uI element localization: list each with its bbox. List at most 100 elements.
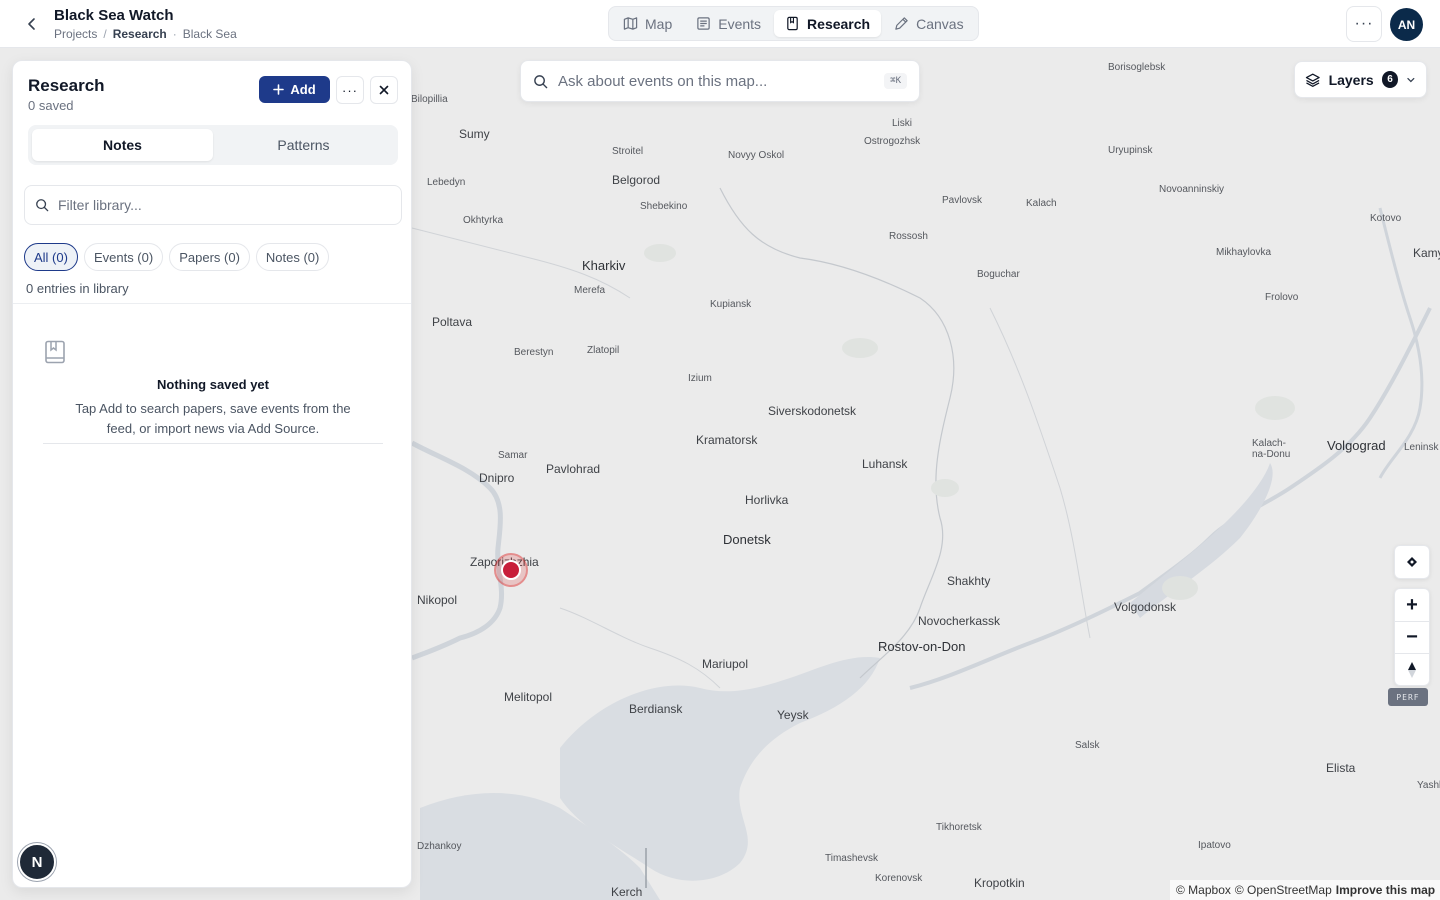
top-bar: Black Sea Watch Projects / Research · Bl…: [0, 0, 1440, 48]
tab-events-label: Events: [718, 15, 762, 32]
locate-icon: [1407, 557, 1417, 567]
bookmark-icon: [44, 340, 66, 369]
locate-control: [1394, 545, 1430, 579]
place-label: Novyy Oskol: [728, 150, 785, 161]
attribution-osm[interactable]: © OpenStreetMap: [1235, 883, 1332, 897]
place-label: Boguchar: [977, 269, 1020, 280]
panel-close-button[interactable]: [370, 76, 398, 104]
chevron-left-icon: [28, 18, 35, 30]
empty-state-text: Tap Add to search papers, save events fr…: [75, 401, 351, 436]
map-search-bar: ⌘K: [520, 60, 920, 102]
place-label: Kamy: [1413, 246, 1440, 260]
tab-events[interactable]: Events: [685, 10, 772, 37]
place-label: Lebedyn: [427, 177, 466, 188]
place-label: Kalach: [1026, 198, 1057, 209]
tab-research[interactable]: Research: [774, 10, 882, 37]
place-label: Frolovo: [1265, 292, 1299, 303]
place-label: Samar: [498, 450, 528, 461]
perf-badge[interactable]: PERF: [1388, 688, 1428, 706]
book-icon: [787, 16, 798, 31]
place-label: Salsk: [1075, 740, 1100, 751]
search-icon: [36, 199, 49, 212]
improve-map-link[interactable]: Improve this map: [1336, 883, 1435, 897]
place-label: Timashevsk: [825, 853, 878, 864]
place-label: Mariupol: [702, 657, 749, 671]
add-button-label: Add: [290, 82, 316, 97]
divider: [43, 443, 383, 444]
close-icon: [379, 85, 389, 95]
segment-notes[interactable]: Notes: [32, 129, 213, 161]
compass-button[interactable]: [1395, 653, 1429, 685]
compass-icon: [1408, 661, 1416, 678]
place-label: Ostrogozhsk: [864, 136, 921, 147]
pen-icon: [895, 17, 908, 30]
breadcrumb-projects[interactable]: Projects: [54, 27, 97, 42]
breadcrumb-research[interactable]: Research: [113, 27, 167, 42]
floating-n-button[interactable]: N: [18, 843, 56, 881]
place-label: Liski: [892, 118, 913, 129]
panel-more-button[interactable]: ···: [336, 76, 364, 104]
place-label: Kupiansk: [710, 299, 752, 310]
event-marker[interactable]: [494, 553, 528, 587]
panel-segmented-control: Notes Patterns: [28, 125, 398, 165]
back-button[interactable]: [20, 12, 44, 36]
chip-events[interactable]: Events (0): [83, 243, 164, 271]
place-label: Kotovo: [1370, 213, 1402, 224]
place-label: Uryupinsk: [1108, 145, 1153, 156]
map-icon: [623, 17, 638, 30]
locate-button[interactable]: [1395, 546, 1429, 578]
place-label: Pavlohrad: [546, 462, 601, 476]
place-label: Izium: [688, 373, 712, 384]
place-label: Belgorod: [612, 173, 661, 187]
segment-patterns[interactable]: Patterns: [213, 129, 394, 161]
place-label: Volgodonsk: [1114, 600, 1177, 614]
library-entry-count: 0 entries in library: [26, 281, 129, 296]
place-label: Bilopillia: [411, 94, 448, 105]
place-label: Tikhoretsk: [936, 822, 982, 833]
filter-library-input[interactable]: [58, 197, 391, 213]
place-label: Volgograd: [1327, 438, 1386, 453]
add-button[interactable]: Add: [259, 76, 330, 103]
place-label: Melitopol: [504, 690, 553, 704]
place-label: Luhansk: [862, 457, 908, 471]
chip-notes[interactable]: Notes (0): [255, 243, 330, 271]
place-label: Pavlovsk: [942, 195, 983, 206]
place-label: Rossosh: [889, 231, 928, 242]
place-label: Kramatorsk: [696, 433, 758, 447]
place-label: Kharkiv: [582, 258, 626, 273]
place-label: Leninsk: [1404, 442, 1439, 453]
place-label: Berdiansk: [629, 702, 683, 716]
tab-canvas-label: Canvas: [916, 15, 964, 32]
place-label: Dnipro: [479, 471, 515, 485]
more-options-button[interactable]: ···: [1346, 6, 1382, 42]
map-search-input[interactable]: [558, 72, 875, 90]
attribution-mapbox[interactable]: © Mapbox: [1176, 883, 1231, 897]
breadcrumb-black-sea: Black Sea: [182, 27, 237, 41]
chip-all[interactable]: All (0): [24, 243, 78, 271]
ellipsis-icon: ···: [1354, 15, 1374, 32]
tab-map-label: Map: [645, 15, 673, 32]
tab-map[interactable]: Map: [612, 10, 683, 37]
search-icon: [534, 74, 548, 88]
breadcrumb-separator: /: [103, 27, 107, 41]
zoom-out-button[interactable]: −: [1395, 621, 1429, 653]
divider: [13, 303, 411, 304]
place-label: Kerch: [611, 885, 643, 899]
tab-canvas[interactable]: Canvas: [883, 10, 974, 37]
place-label: Okhtyrka: [463, 215, 504, 226]
place-label: Siverskodonetsk: [768, 404, 857, 418]
place-label: Ipatovo: [1198, 840, 1231, 851]
saved-count: 0 saved: [28, 98, 74, 113]
chevron-down-icon: [1407, 77, 1415, 82]
avatar[interactable]: AN: [1390, 8, 1423, 41]
map-attribution: © Mapbox © OpenStreetMap Improve this ma…: [1170, 880, 1440, 900]
ellipsis-icon: ···: [342, 82, 358, 98]
layers-button[interactable]: Layers 6: [1294, 61, 1427, 98]
chip-papers[interactable]: Papers (0): [169, 243, 250, 271]
project-title: Black Sea Watch: [54, 7, 174, 24]
place-label: Novocherkassk: [918, 614, 1001, 628]
place-label: Borisoglebsk: [1108, 62, 1166, 73]
zoom-in-button[interactable]: +: [1395, 589, 1429, 621]
view-tabs: Map Events Research Canvas: [608, 6, 979, 41]
library-filter: [24, 185, 402, 225]
